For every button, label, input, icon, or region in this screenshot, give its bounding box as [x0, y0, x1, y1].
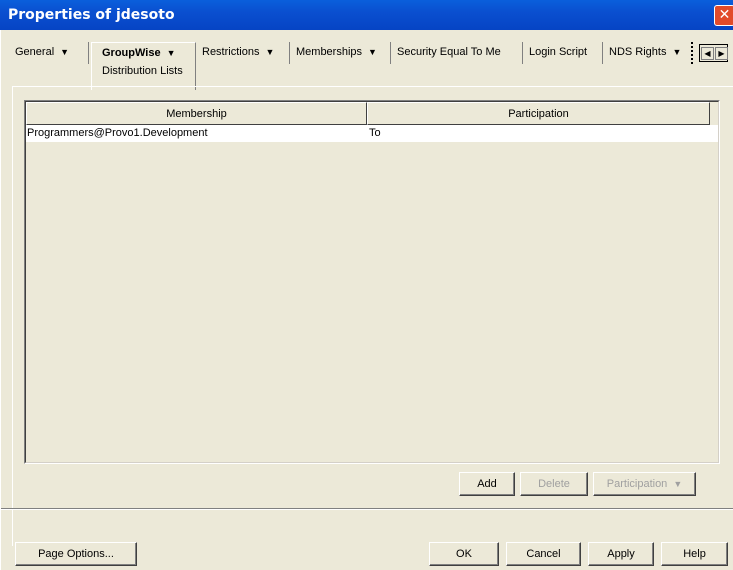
chevron-down-icon[interactable]: ▼	[672, 47, 681, 57]
table-header: Membership Participation	[26, 102, 718, 125]
tab-restrictions[interactable]: Restrictions ▼	[202, 42, 290, 64]
subtab-distribution-lists[interactable]: Distribution Lists	[102, 65, 183, 77]
tab-label: NDS Rights	[609, 46, 667, 58]
tab-label: Security Equal To Me	[397, 46, 501, 58]
participation-label: Participation	[606, 478, 668, 490]
tab-general[interactable]: General ▼	[15, 42, 89, 64]
apply-button[interactable]: Apply	[588, 542, 654, 566]
chevron-down-icon[interactable]: ▼	[167, 48, 176, 58]
tab-label: Restrictions	[202, 46, 260, 58]
participation-cell: To	[369, 127, 381, 139]
close-button[interactable]: ✕	[714, 5, 733, 26]
dialog-body: General ▼ GroupWise ▼ Distribution Lists R…	[0, 30, 733, 570]
delete-button[interactable]: Delete	[520, 472, 588, 496]
membership-cell: Programmers@Provo1.Development	[27, 127, 208, 139]
tab-nds-rights[interactable]: NDS Rights ▼	[609, 42, 693, 64]
tab-label: Login Script	[529, 46, 588, 58]
add-button[interactable]: Add	[459, 472, 515, 496]
tab-strip: General ▼ GroupWise ▼ Distribution Lists R…	[11, 42, 733, 90]
column-header-membership[interactable]: Membership	[26, 102, 367, 125]
column-header-participation[interactable]: Participation	[367, 102, 710, 125]
tab-label: General	[15, 46, 55, 58]
tab-label: GroupWise	[102, 47, 161, 59]
tab-memberships[interactable]: Memberships ▼	[296, 42, 391, 64]
chevron-down-icon[interactable]: ▼	[265, 47, 274, 57]
tab-scroll-arrows: ◀ ▶	[699, 44, 728, 62]
chevron-down-icon[interactable]: ▼	[60, 47, 69, 57]
tab-security-equal-to-me[interactable]: Security Equal To Me	[397, 42, 523, 64]
table-frame: Membership Participation Programmers@Pro…	[25, 101, 719, 463]
title-bar: Properties of jdesoto ✕	[0, 0, 733, 30]
scroll-left-icon[interactable]: ◀	[701, 47, 714, 60]
page-options-button[interactable]: Page Options...	[15, 542, 137, 566]
participation-button[interactable]: Participation ▼	[593, 472, 696, 496]
tab-login-script[interactable]: Login Script	[529, 42, 603, 64]
tab-label: Memberships	[296, 46, 363, 58]
table-row[interactable]: Programmers@Provo1.Development To	[26, 125, 718, 142]
membership-table: Membership Participation Programmers@Pro…	[24, 100, 720, 464]
window-title: Properties of jdesoto	[8, 7, 175, 23]
scroll-right-icon[interactable]: ▶	[715, 47, 728, 60]
close-icon: ✕	[718, 7, 731, 23]
footer-separator	[1, 508, 733, 510]
tab-groupwise[interactable]: GroupWise ▼ Distribution Lists	[91, 42, 196, 90]
dropdown-arrow-icon: ▼	[673, 479, 683, 489]
chevron-down-icon[interactable]: ▼	[368, 47, 377, 57]
help-button[interactable]: Help	[661, 542, 728, 566]
ok-button[interactable]: OK	[429, 542, 499, 566]
cancel-button[interactable]: Cancel	[506, 542, 581, 566]
